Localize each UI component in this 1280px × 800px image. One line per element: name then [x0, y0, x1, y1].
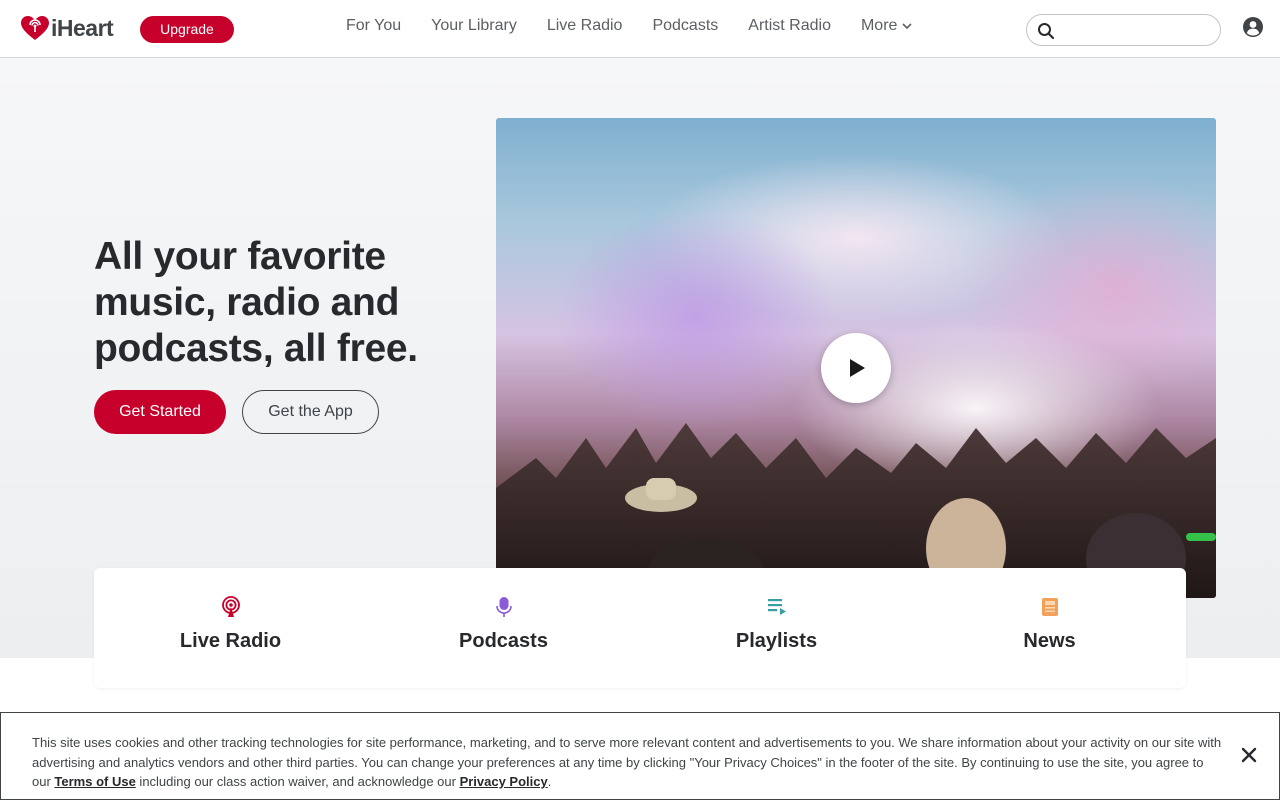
nav-label: Live Radio — [546, 17, 623, 34]
nav-more[interactable]: More — [861, 17, 913, 35]
nav-label: Artist Radio — [748, 17, 831, 34]
chevron-down-icon — [902, 23, 912, 30]
close-icon[interactable] — [1240, 746, 1258, 764]
search-box[interactable] — [1026, 14, 1221, 46]
nav-label: Podcasts — [652, 17, 719, 34]
nav-artist-radio[interactable]: Artist Radio — [748, 17, 831, 35]
privacy-policy-link[interactable]: Privacy Policy — [460, 774, 548, 789]
get-started-button[interactable]: Get Started — [94, 390, 226, 434]
cookie-banner: This site uses cookies and other trackin… — [0, 712, 1280, 800]
upgrade-button[interactable]: Upgrade — [140, 16, 234, 43]
nav-your-library[interactable]: Your Library — [431, 17, 517, 35]
main-nav: For You Your Library Live Radio Podcasts… — [346, 0, 943, 52]
category-live-radio[interactable]: Live Radio — [94, 568, 367, 688]
get-the-app-button[interactable]: Get the App — [242, 390, 379, 434]
nav-label: More — [860, 17, 898, 34]
category-label: Podcasts — [459, 630, 548, 652]
nav-podcasts[interactable]: Podcasts — [652, 17, 718, 35]
hero-title: All your favorite music, radio and podca… — [94, 235, 418, 370]
nav-label: Your Library — [431, 17, 517, 34]
account-icon[interactable] — [1242, 16, 1264, 38]
nav-label: For You — [346, 17, 402, 34]
category-label: Playlists — [735, 630, 818, 652]
microphone-icon — [495, 597, 512, 617]
radio-broadcast-icon — [221, 596, 240, 617]
category-label: News — [1023, 630, 1076, 652]
terms-of-use-link[interactable]: Terms of Use — [54, 774, 135, 789]
cookie-text-part: . — [547, 774, 552, 789]
newspaper-icon — [1041, 598, 1058, 616]
nav-for-you[interactable]: For You — [346, 17, 401, 35]
iheart-logo-icon — [21, 16, 49, 40]
category-label: Live Radio — [179, 630, 282, 652]
cookie-text: This site uses cookies and other trackin… — [32, 733, 1222, 792]
cookie-text-part: including our class action waiver, and a… — [135, 774, 460, 789]
playlist-icon — [767, 599, 786, 615]
search-icon[interactable] — [1037, 22, 1055, 40]
iheart-logo[interactable]: iHeart — [20, 14, 114, 42]
category-playlists[interactable]: Playlists — [640, 568, 913, 688]
top-header: iHeart Upgrade For You Your Library Live… — [0, 0, 1280, 58]
category-news[interactable]: News — [913, 568, 1186, 688]
search-input[interactable] — [1061, 20, 1211, 40]
logo-text: iHeart — [51, 14, 114, 41]
play-icon — [850, 359, 865, 377]
category-card: Live Radio Podcasts Playlists News — [94, 568, 1186, 688]
category-podcasts[interactable]: Podcasts — [367, 568, 640, 688]
play-button[interactable] — [821, 333, 891, 403]
hero-video[interactable] — [496, 118, 1216, 598]
nav-live-radio[interactable]: Live Radio — [547, 17, 623, 35]
